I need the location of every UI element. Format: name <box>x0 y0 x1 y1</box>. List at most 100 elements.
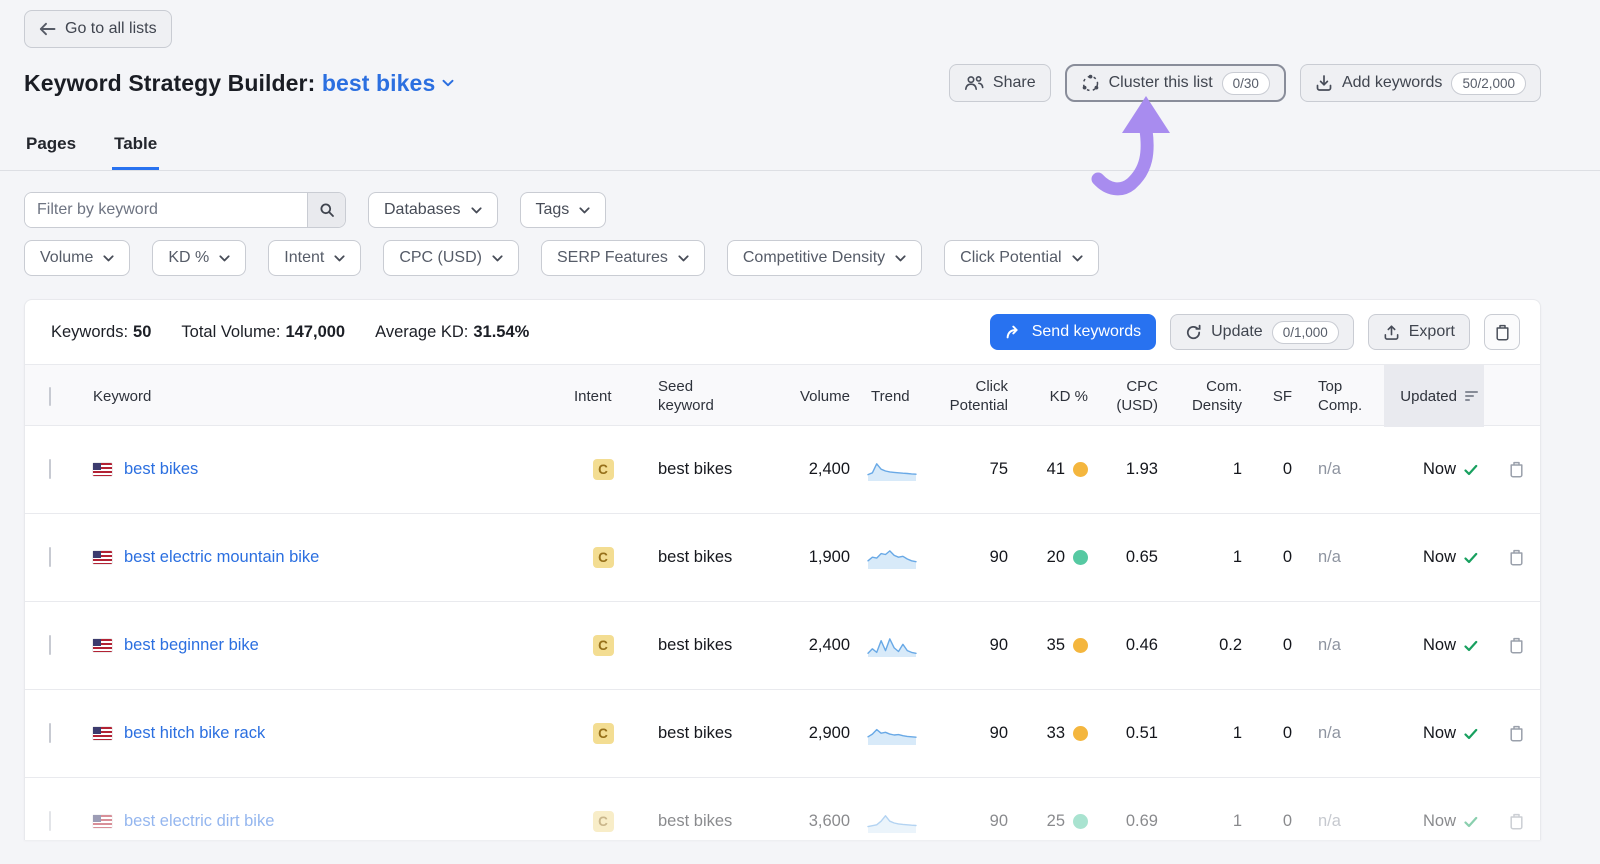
cluster-quota-badge: 0/30 <box>1221 71 1270 95</box>
keyword-link[interactable]: best electric mountain bike <box>124 548 319 567</box>
trash-icon <box>1510 549 1523 566</box>
row-delete-button[interactable] <box>1484 637 1524 654</box>
update-label: Update <box>1211 323 1263 340</box>
kd-cell: 35 <box>1008 636 1088 655</box>
table-row: best electric dirt bike C best bikes 3,6… <box>25 778 1540 840</box>
col-kd: KD % <box>1049 387 1088 405</box>
filter-chip-click-potential[interactable]: Click Potential <box>944 240 1099 276</box>
check-icon <box>1464 464 1478 475</box>
row-checkbox[interactable] <box>49 635 51 655</box>
intent-badge[interactable]: C <box>592 723 614 744</box>
go-to-all-lists-label: Go to all lists <box>65 20 157 37</box>
cluster-this-list-button[interactable]: Cluster this list 0/30 <box>1064 64 1286 102</box>
chevron-down-icon <box>103 254 114 261</box>
keyword-link[interactable]: best hitch bike rack <box>124 724 265 743</box>
intent-badge[interactable]: C <box>592 635 614 656</box>
seed-keyword-cell: best bikes <box>658 636 733 654</box>
cpc-cell: 1.93 <box>1125 460 1158 478</box>
go-to-all-lists-button[interactable]: Go to all lists <box>24 10 172 48</box>
keyword-link[interactable]: best electric dirt bike <box>124 812 274 831</box>
filters-row-1-chips: Databases Tags <box>368 192 607 228</box>
header-select-all[interactable] <box>49 386 93 406</box>
col-trend: Trend <box>871 387 910 405</box>
trend-sparkline <box>850 458 934 482</box>
row-checkbox[interactable] <box>49 723 51 743</box>
intent-badge[interactable]: C <box>592 811 614 832</box>
search-button[interactable] <box>307 193 345 227</box>
filter-chip-serp-features[interactable]: SERP Features <box>540 240 705 276</box>
table-row: best bikes C best bikes 2,400 75 41 1.93… <box>25 426 1540 514</box>
check-icon <box>1464 640 1478 651</box>
filter-chip-competitive-density[interactable]: Competitive Density <box>726 240 923 276</box>
click-potential-cell: 90 <box>989 548 1008 566</box>
intent-badge[interactable]: C <box>592 547 614 568</box>
row-delete-button[interactable] <box>1484 725 1524 742</box>
cpc-cell: 0.69 <box>1125 812 1158 830</box>
col-top-comp: Top Comp. <box>1318 378 1363 414</box>
filter-chip-label: Databases <box>384 201 461 218</box>
table-header: Keyword Intent Seed keyword Volume Trend … <box>25 364 1540 427</box>
select-all-checkbox[interactable] <box>49 386 51 406</box>
us-flag-icon <box>93 463 112 476</box>
filter-chip-kd-[interactable]: KD % <box>152 240 247 276</box>
page-title-text: Keyword Strategy Builder: <box>24 69 316 96</box>
arrow-left-icon <box>39 22 56 36</box>
check-icon <box>1464 552 1478 563</box>
send-arrow-icon <box>1006 325 1018 339</box>
import-icon <box>1316 75 1332 91</box>
trend-sparkline-icon <box>867 549 917 569</box>
stat-keywords: Keywords: 50 <box>51 322 152 341</box>
intent-badge[interactable]: C <box>592 459 614 480</box>
keyword-filter <box>24 192 346 228</box>
row-delete-button[interactable] <box>1484 549 1524 566</box>
row-delete-button[interactable] <box>1484 813 1524 830</box>
filter-chip-volume[interactable]: Volume <box>24 240 131 276</box>
filter-chip-databases[interactable]: Databases <box>368 192 498 228</box>
col-intent: Intent <box>574 387 612 405</box>
top-comp-cell: n/a <box>1318 548 1341 566</box>
share-people-icon <box>964 76 984 90</box>
delete-list-button[interactable] <box>1484 314 1520 350</box>
update-quota-badge: 0/1,000 <box>1271 320 1339 344</box>
com-density-cell: 1 <box>1232 548 1242 566</box>
filter-chip-label: CPC (USD) <box>399 249 482 266</box>
share-button[interactable]: Share <box>948 64 1051 102</box>
updated-value: Now <box>1422 460 1456 478</box>
trend-sparkline <box>850 546 934 570</box>
row-checkbox[interactable] <box>49 459 51 479</box>
sf-cell: 0 <box>1282 460 1292 478</box>
row-checkbox[interactable] <box>49 811 51 831</box>
tab-table[interactable]: Table <box>112 128 160 170</box>
seed-keyword-cell: best bikes <box>658 812 733 830</box>
filters: Databases Tags Volume KD % Intent CPC (USD) S… <box>0 171 1600 276</box>
export-button[interactable]: Export <box>1367 314 1470 350</box>
col-updated-label: Updated <box>1400 387 1457 405</box>
kd-value: 33 <box>1046 724 1065 742</box>
trend-sparkline <box>850 634 934 658</box>
back-row: Go to all lists <box>0 0 1600 48</box>
list-name-dropdown[interactable]: best bikes <box>322 70 455 97</box>
filter-chip-tags[interactable]: Tags <box>519 192 607 228</box>
keyword-link[interactable]: best beginner bike <box>124 636 259 655</box>
send-keywords-button[interactable]: Send keywords <box>989 314 1157 350</box>
click-potential-cell: 75 <box>989 460 1008 478</box>
filter-chip-label: SERP Features <box>556 249 668 266</box>
row-checkbox[interactable] <box>49 547 51 567</box>
volume-cell: 2,400 <box>808 460 850 478</box>
row-delete-button[interactable] <box>1484 461 1524 478</box>
update-button[interactable]: Update 0/1,000 <box>1170 314 1354 350</box>
trash-icon <box>1510 637 1523 654</box>
filter-chip-intent[interactable]: Intent <box>268 240 362 276</box>
keyword-link[interactable]: best bikes <box>124 460 198 479</box>
kd-dot-icon <box>1073 462 1088 477</box>
keywords-card: Keywords: 50 Total Volume: 147,000 Average… <box>24 299 1541 840</box>
keyword-filter-input[interactable] <box>25 193 307 227</box>
filter-chip-cpc-usd-[interactable]: CPC (USD) <box>383 240 519 276</box>
click-potential-cell: 90 <box>989 812 1008 830</box>
add-keywords-button[interactable]: Add keywords 50/2,000 <box>1299 64 1541 102</box>
search-icon <box>320 203 334 217</box>
tab-pages[interactable]: Pages <box>24 128 78 170</box>
col-click-potential: Click Potential <box>949 378 1008 414</box>
col-updated-sort[interactable]: Updated <box>1384 365 1484 427</box>
updated-cell: Now <box>1384 548 1484 567</box>
